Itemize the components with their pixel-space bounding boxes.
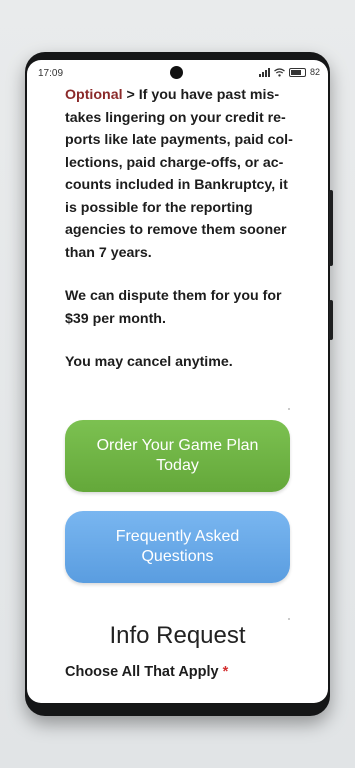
required-mark: * <box>222 664 229 680</box>
order-game-plan-button[interactable]: Order Your Game Plan Today <box>65 420 290 492</box>
paragraph-line: takes lingering on your credit re- <box>65 109 286 126</box>
paragraph-line: counts included in Bankruptcy, it <box>65 177 288 193</box>
paragraph-line: We can dispute them for you for <box>65 288 282 304</box>
battery-level: 82 <box>309 67 320 77</box>
faq-button-label-line2: Questions <box>141 548 214 565</box>
status-time: 17:09 <box>38 68 64 79</box>
optional-paragraph: Optional > If you have past mis- takes l… <box>65 84 295 264</box>
paragraph-line: You may cancel anytime. <box>65 354 233 370</box>
divider-dot <box>288 618 290 620</box>
paragraph-line: agencies to remove them sooner <box>65 222 287 238</box>
front-camera <box>170 66 183 79</box>
main-content: Optional > If you have past mis- takes l… <box>65 84 295 374</box>
info-request-title: Info Request <box>109 622 246 649</box>
optional-label: Optional <box>65 87 123 103</box>
phone-screen: 17:09 82 Optional > If you have past mis… <box>27 60 328 703</box>
paragraph-line-1: Optional > If you have past mis- <box>65 87 280 103</box>
paragraph-line: lections, paid charge-offs, or ac- <box>65 154 284 171</box>
signal-icon <box>258 67 270 77</box>
faq-button[interactable]: Frequently Asked Questions <box>65 511 290 583</box>
choose-all-label: Choose All That Apply * <box>65 664 229 680</box>
paragraph-line: than 7 years. <box>65 244 152 261</box>
dispute-paragraph: We can dispute them for you for $39 per … <box>65 285 295 330</box>
paragraph-line: ports like late payments, paid col- <box>65 132 293 148</box>
divider-dot <box>288 408 290 410</box>
paragraph-line: $39 per month. <box>65 310 166 327</box>
order-button-label-line1: Order Your Game Plan <box>96 437 259 454</box>
cancel-paragraph: You may cancel anytime. <box>65 351 295 374</box>
order-button-label-line2: Today <box>156 457 199 474</box>
paragraph-line: is possible for the reporting <box>65 199 253 216</box>
battery-icon <box>288 67 306 77</box>
wifi-icon <box>274 67 285 77</box>
power-button <box>329 300 333 340</box>
status-icons: 82 <box>258 67 320 77</box>
faq-button-label-line1: Frequently Asked <box>115 528 240 545</box>
status-bar: 17:09 82 <box>27 60 328 86</box>
volume-button <box>329 190 333 266</box>
